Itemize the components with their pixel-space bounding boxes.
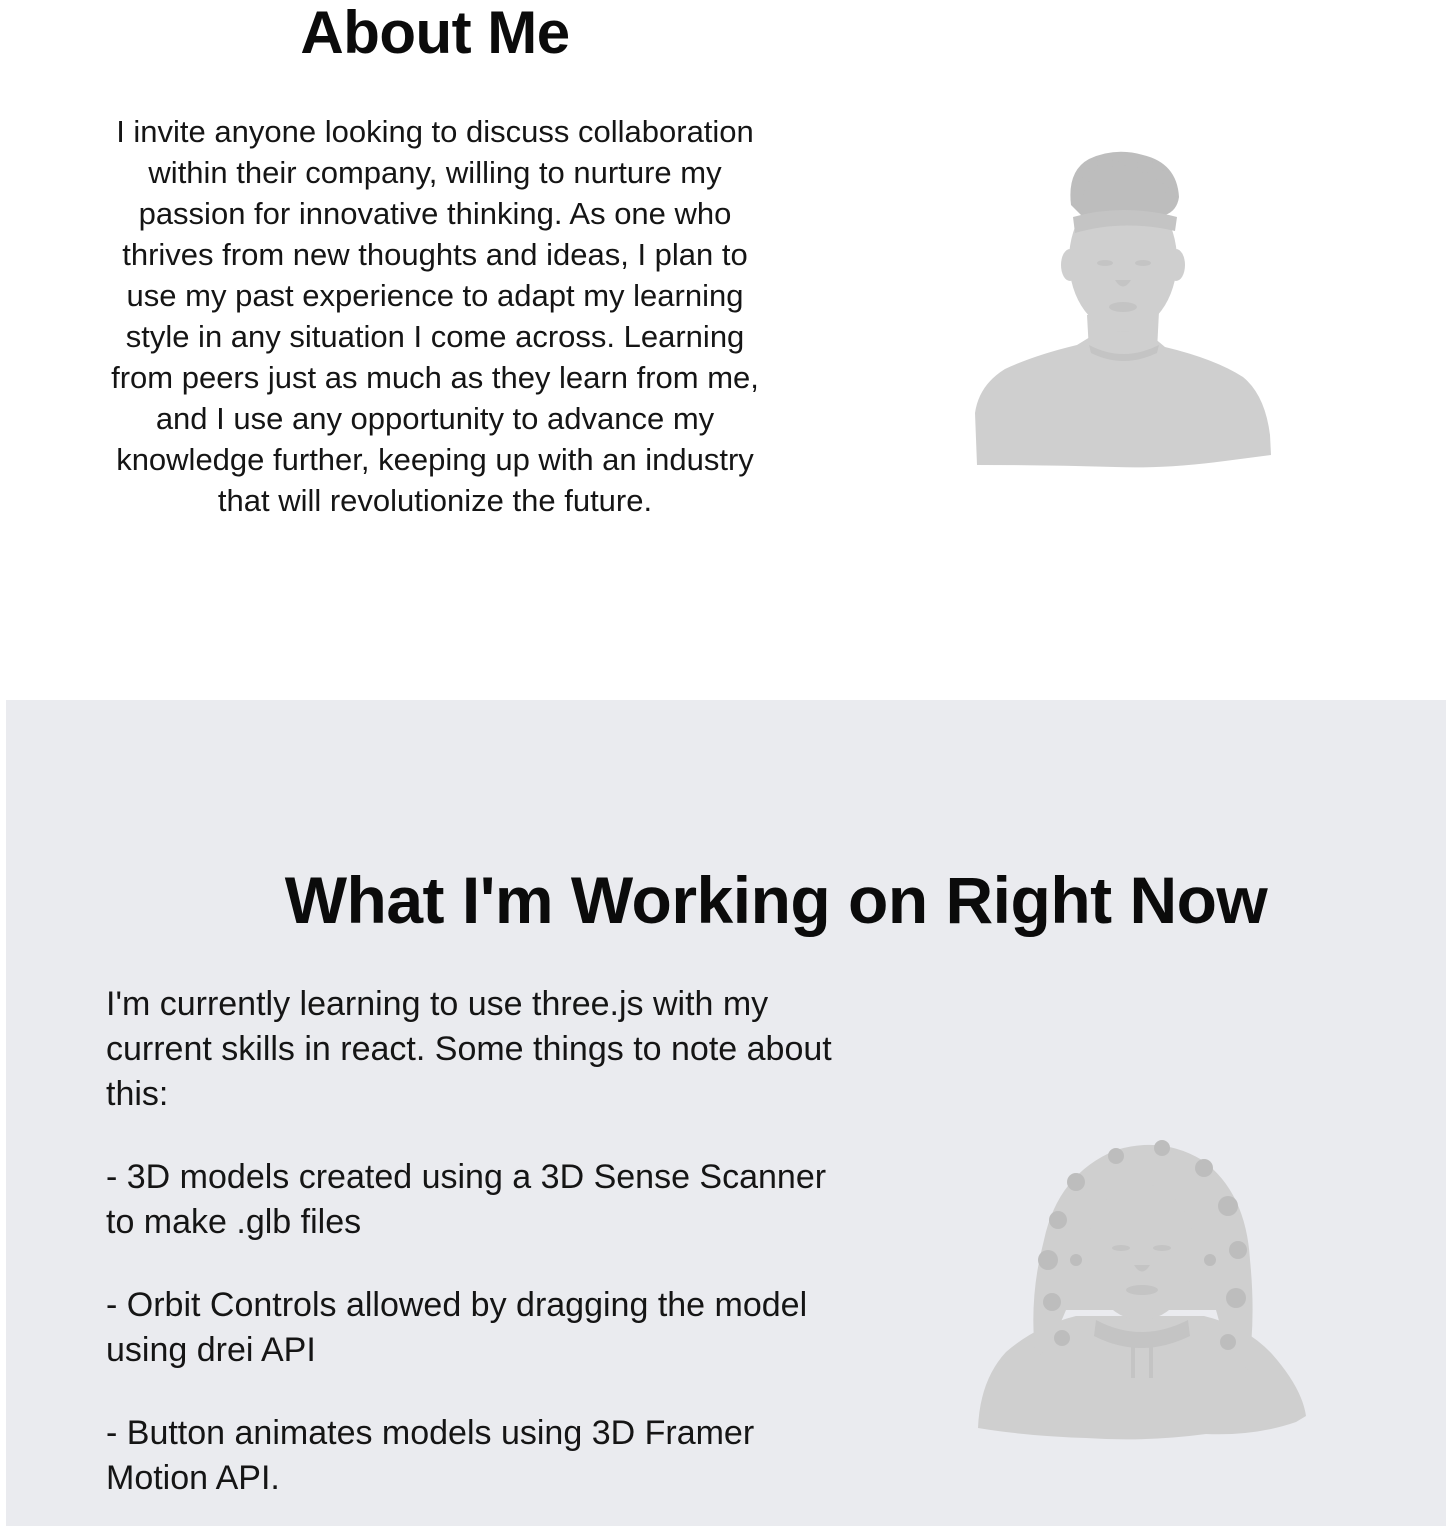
about-section: About Me I invite anyone looking to disc… [0,0,1446,700]
model-head [1087,1184,1195,1320]
working-description: I'm currently learning to use three.js w… [106,982,846,1526]
working-title: What I'm Working on Right Now [284,863,1268,937]
note-item: - Button animates models using 3D Framer… [106,1414,755,1497]
page: About Me I invite anyone looking to disc… [0,0,1446,1526]
working-section: What I'm Working on Right Now I'm curren… [6,700,1446,1526]
note-item: - 3D models created using a 3D Sense Sca… [106,1158,827,1241]
about-title: About Me [300,0,570,66]
about-description: I invite anyone looking to discuss colla… [111,114,759,518]
note-item: - Orbit Controls allowed by dragging the… [106,1286,808,1369]
working-intro: I'm currently learning to use three.js w… [106,985,832,1113]
3d-model-male-bust[interactable] [965,145,1280,475]
3d-model-female-bust[interactable] [966,1130,1316,1450]
